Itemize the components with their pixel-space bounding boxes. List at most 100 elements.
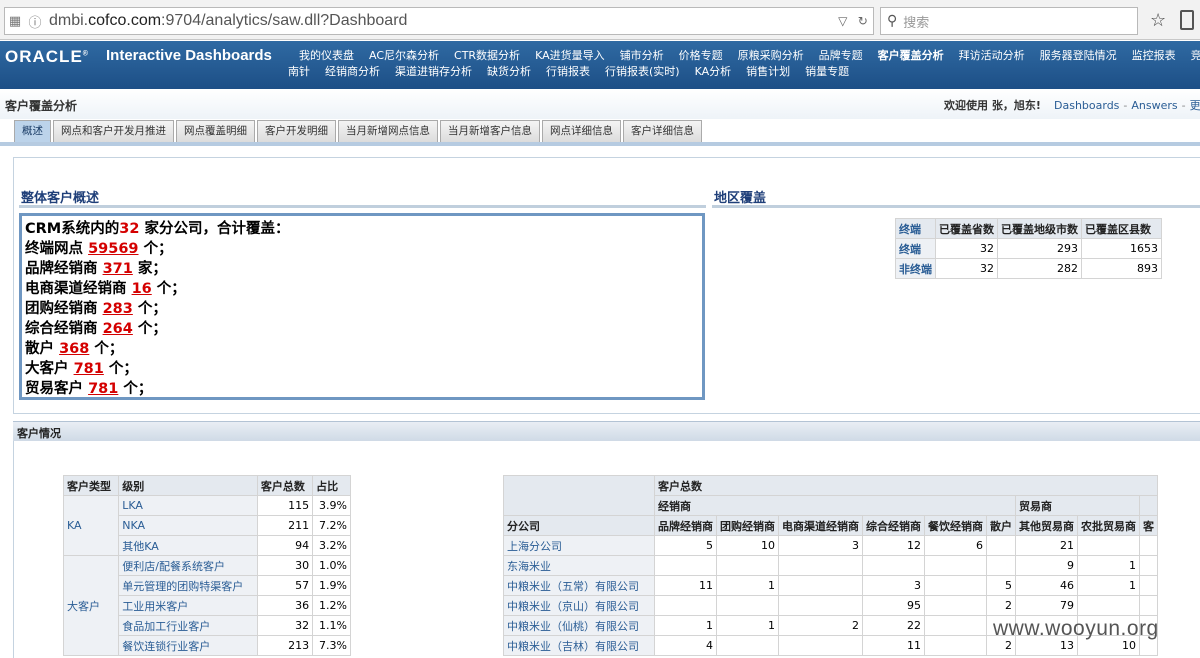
region-cell: 893 <box>1081 258 1162 279</box>
browser-search-input[interactable]: ⚲ 搜索 <box>880 7 1138 35</box>
nav-item[interactable]: 行销报表(实时) <box>605 63 680 79</box>
customer-type-cell: KA <box>62 495 120 556</box>
tab-0[interactable]: 概述 <box>14 120 51 142</box>
count-cell <box>1077 595 1140 616</box>
table-row: KA LKA 115 3.9% <box>62 495 351 556</box>
group-header-trader: 贸易商 <box>1015 495 1140 516</box>
count-cell <box>716 635 779 656</box>
nav-item[interactable]: 南针 <box>288 63 310 79</box>
nav-item[interactable]: 销量专题 <box>805 63 849 79</box>
count-cell <box>924 615 987 636</box>
region-row-label[interactable]: 终端 <box>895 238 936 259</box>
branch-name-cell[interactable]: 东海米业 <box>503 555 655 576</box>
nav-item[interactable]: AC尼尔森分析 <box>369 47 439 63</box>
level-cell[interactable]: NKA <box>118 515 258 536</box>
nav-item[interactable]: 拜访活动分析 <box>959 47 1025 63</box>
customer-type-cell: 大客户 <box>62 555 120 656</box>
nav-item[interactable]: 监控报表 <box>1132 47 1176 63</box>
value-cell: 1.2% <box>312 595 351 616</box>
value-cell: 36 <box>256 595 314 616</box>
summary-count-link[interactable]: 781 <box>88 381 118 397</box>
answers-link[interactable]: Answers <box>1131 99 1177 112</box>
summary-line: 散户 368 个； <box>25 339 699 359</box>
level-cell[interactable]: 工业用米客户 <box>118 595 258 616</box>
tab-1[interactable]: 网点和客户开发月推进 <box>53 120 174 142</box>
summary-unit: 个； <box>132 301 167 317</box>
region-column-header: 已覆盖地级市数 <box>997 218 1082 239</box>
nav-item[interactable]: 行销报表 <box>546 63 590 79</box>
dropdown-arrow-icon[interactable]: ▽ <box>838 14 847 28</box>
tab-2[interactable]: 网点覆盖明细 <box>176 120 255 142</box>
branch-name-cell[interactable]: 中粮米业（仙桃）有限公司 <box>503 615 655 636</box>
nav-item[interactable]: KA进货量导入 <box>535 47 605 63</box>
tab-4[interactable]: 当月新增网点信息 <box>338 120 438 142</box>
address-bar[interactable]: ▦ ⓘ dmbi.cofco.com:9704/analytics/saw.dl… <box>4 7 874 35</box>
region-heading: 地区覆盖 <box>714 191 767 206</box>
summary-label: 电商渠道经销商 <box>25 281 132 297</box>
value-cell: 1.9% <box>312 575 351 596</box>
summary-unit: 家； <box>132 261 167 277</box>
overview-heading-rule <box>19 205 706 208</box>
level-cell[interactable]: LKA <box>118 495 258 516</box>
count-cell <box>924 575 987 596</box>
summary-count-link[interactable]: 16 <box>132 281 152 297</box>
nav-item[interactable]: 价格专题 <box>679 47 723 63</box>
tab-3[interactable]: 客户开发明细 <box>257 120 336 142</box>
summary-count-link[interactable]: 264 <box>103 321 133 337</box>
page-title: 客户覆盖分析 <box>5 99 78 113</box>
more-link[interactable]: 更 <box>1190 99 1200 112</box>
count-cell: 2 <box>778 615 863 636</box>
star-icon[interactable]: ☆ <box>1150 10 1166 31</box>
value-cell: 3.2% <box>312 535 351 556</box>
nav-item[interactable]: 经销商分析 <box>325 63 380 79</box>
level-cell[interactable]: 便利店/配餐系统客户 <box>118 555 258 576</box>
customer-type-table: 客户类型 级别 客户总数 占比 KA LKA 115 3.9% NKA 211 7.2% 其他KA 94… <box>62 475 351 656</box>
summary-line: 电商渠道经销商 16 个； <box>25 279 699 299</box>
info-icon[interactable]: ⓘ <box>25 12 45 31</box>
nav-item[interactable]: 渠道进销存分析 <box>395 63 472 79</box>
branch-name-cell[interactable]: 中粮米业（京山）有限公司 <box>503 595 655 616</box>
nav-item[interactable]: 竞争 <box>1191 47 1200 63</box>
summary-line: 终端网点 59569 个； <box>25 239 699 259</box>
level-cell[interactable]: 其他KA <box>118 535 258 556</box>
summary-count-link[interactable]: 59569 <box>88 241 138 257</box>
count-cell: 12 <box>862 535 925 556</box>
summary-label: 贸易客户 <box>25 381 89 397</box>
url-text[interactable]: dmbi.cofco.com:9704/analytics/saw.dll?Da… <box>45 12 833 30</box>
nav-item[interactable]: 原粮采购分析 <box>738 47 804 63</box>
nav-item[interactable]: KA分析 <box>695 63 732 79</box>
nav-item[interactable]: 客户覆盖分析 <box>878 47 944 63</box>
value-cell: 3.9% <box>312 495 351 516</box>
nav-item[interactable]: 缺货分析 <box>487 63 531 79</box>
summary-line: 综合经销商 264 个； <box>25 319 699 339</box>
clipboard-icon[interactable] <box>1180 10 1194 30</box>
branch-name-cell[interactable]: 中粮米业（吉林）有限公司 <box>503 635 655 656</box>
branch-name-cell[interactable]: 中粮米业（五常）有限公司 <box>503 575 655 596</box>
level-cell[interactable]: 食品加工行业客户 <box>118 615 258 636</box>
level-cell[interactable]: 餐饮连锁行业客户 <box>118 635 258 656</box>
value-cell: 213 <box>256 635 314 656</box>
nav-item[interactable]: 服务器登陆情况 <box>1040 47 1117 63</box>
refresh-icon[interactable]: ↻ <box>858 14 868 28</box>
nav-item[interactable]: 品牌专题 <box>819 47 863 63</box>
summary-count-link[interactable]: 781 <box>74 361 104 377</box>
summary-count-link[interactable]: 283 <box>103 301 133 317</box>
nav-item[interactable]: CTR数据分析 <box>454 47 520 63</box>
level-cell[interactable]: 单元管理的团购特渠客户 <box>118 575 258 596</box>
branch-name-cell[interactable]: 上海分公司 <box>503 535 655 556</box>
summary-count-link[interactable]: 371 <box>103 261 133 277</box>
nav-item[interactable]: 我的仪表盘 <box>299 47 354 63</box>
region-row-label[interactable]: 非终端 <box>895 258 936 279</box>
grid-icon[interactable]: ▦ <box>5 14 25 29</box>
channel-column-header: 散户 <box>986 515 1016 536</box>
tab-5[interactable]: 当月新增客户信息 <box>440 120 540 142</box>
count-cell <box>1139 575 1158 596</box>
summary-unit: 个； <box>138 241 173 257</box>
value-cell: 32 <box>256 615 314 636</box>
summary-count-link[interactable]: 368 <box>59 341 89 357</box>
tab-7[interactable]: 客户详细信息 <box>623 120 702 142</box>
nav-item[interactable]: 销售计划 <box>746 63 790 79</box>
nav-item[interactable]: 铺市分析 <box>620 47 664 63</box>
dashboards-link[interactable]: Dashboards <box>1054 99 1119 112</box>
tab-6[interactable]: 网点详细信息 <box>542 120 621 142</box>
